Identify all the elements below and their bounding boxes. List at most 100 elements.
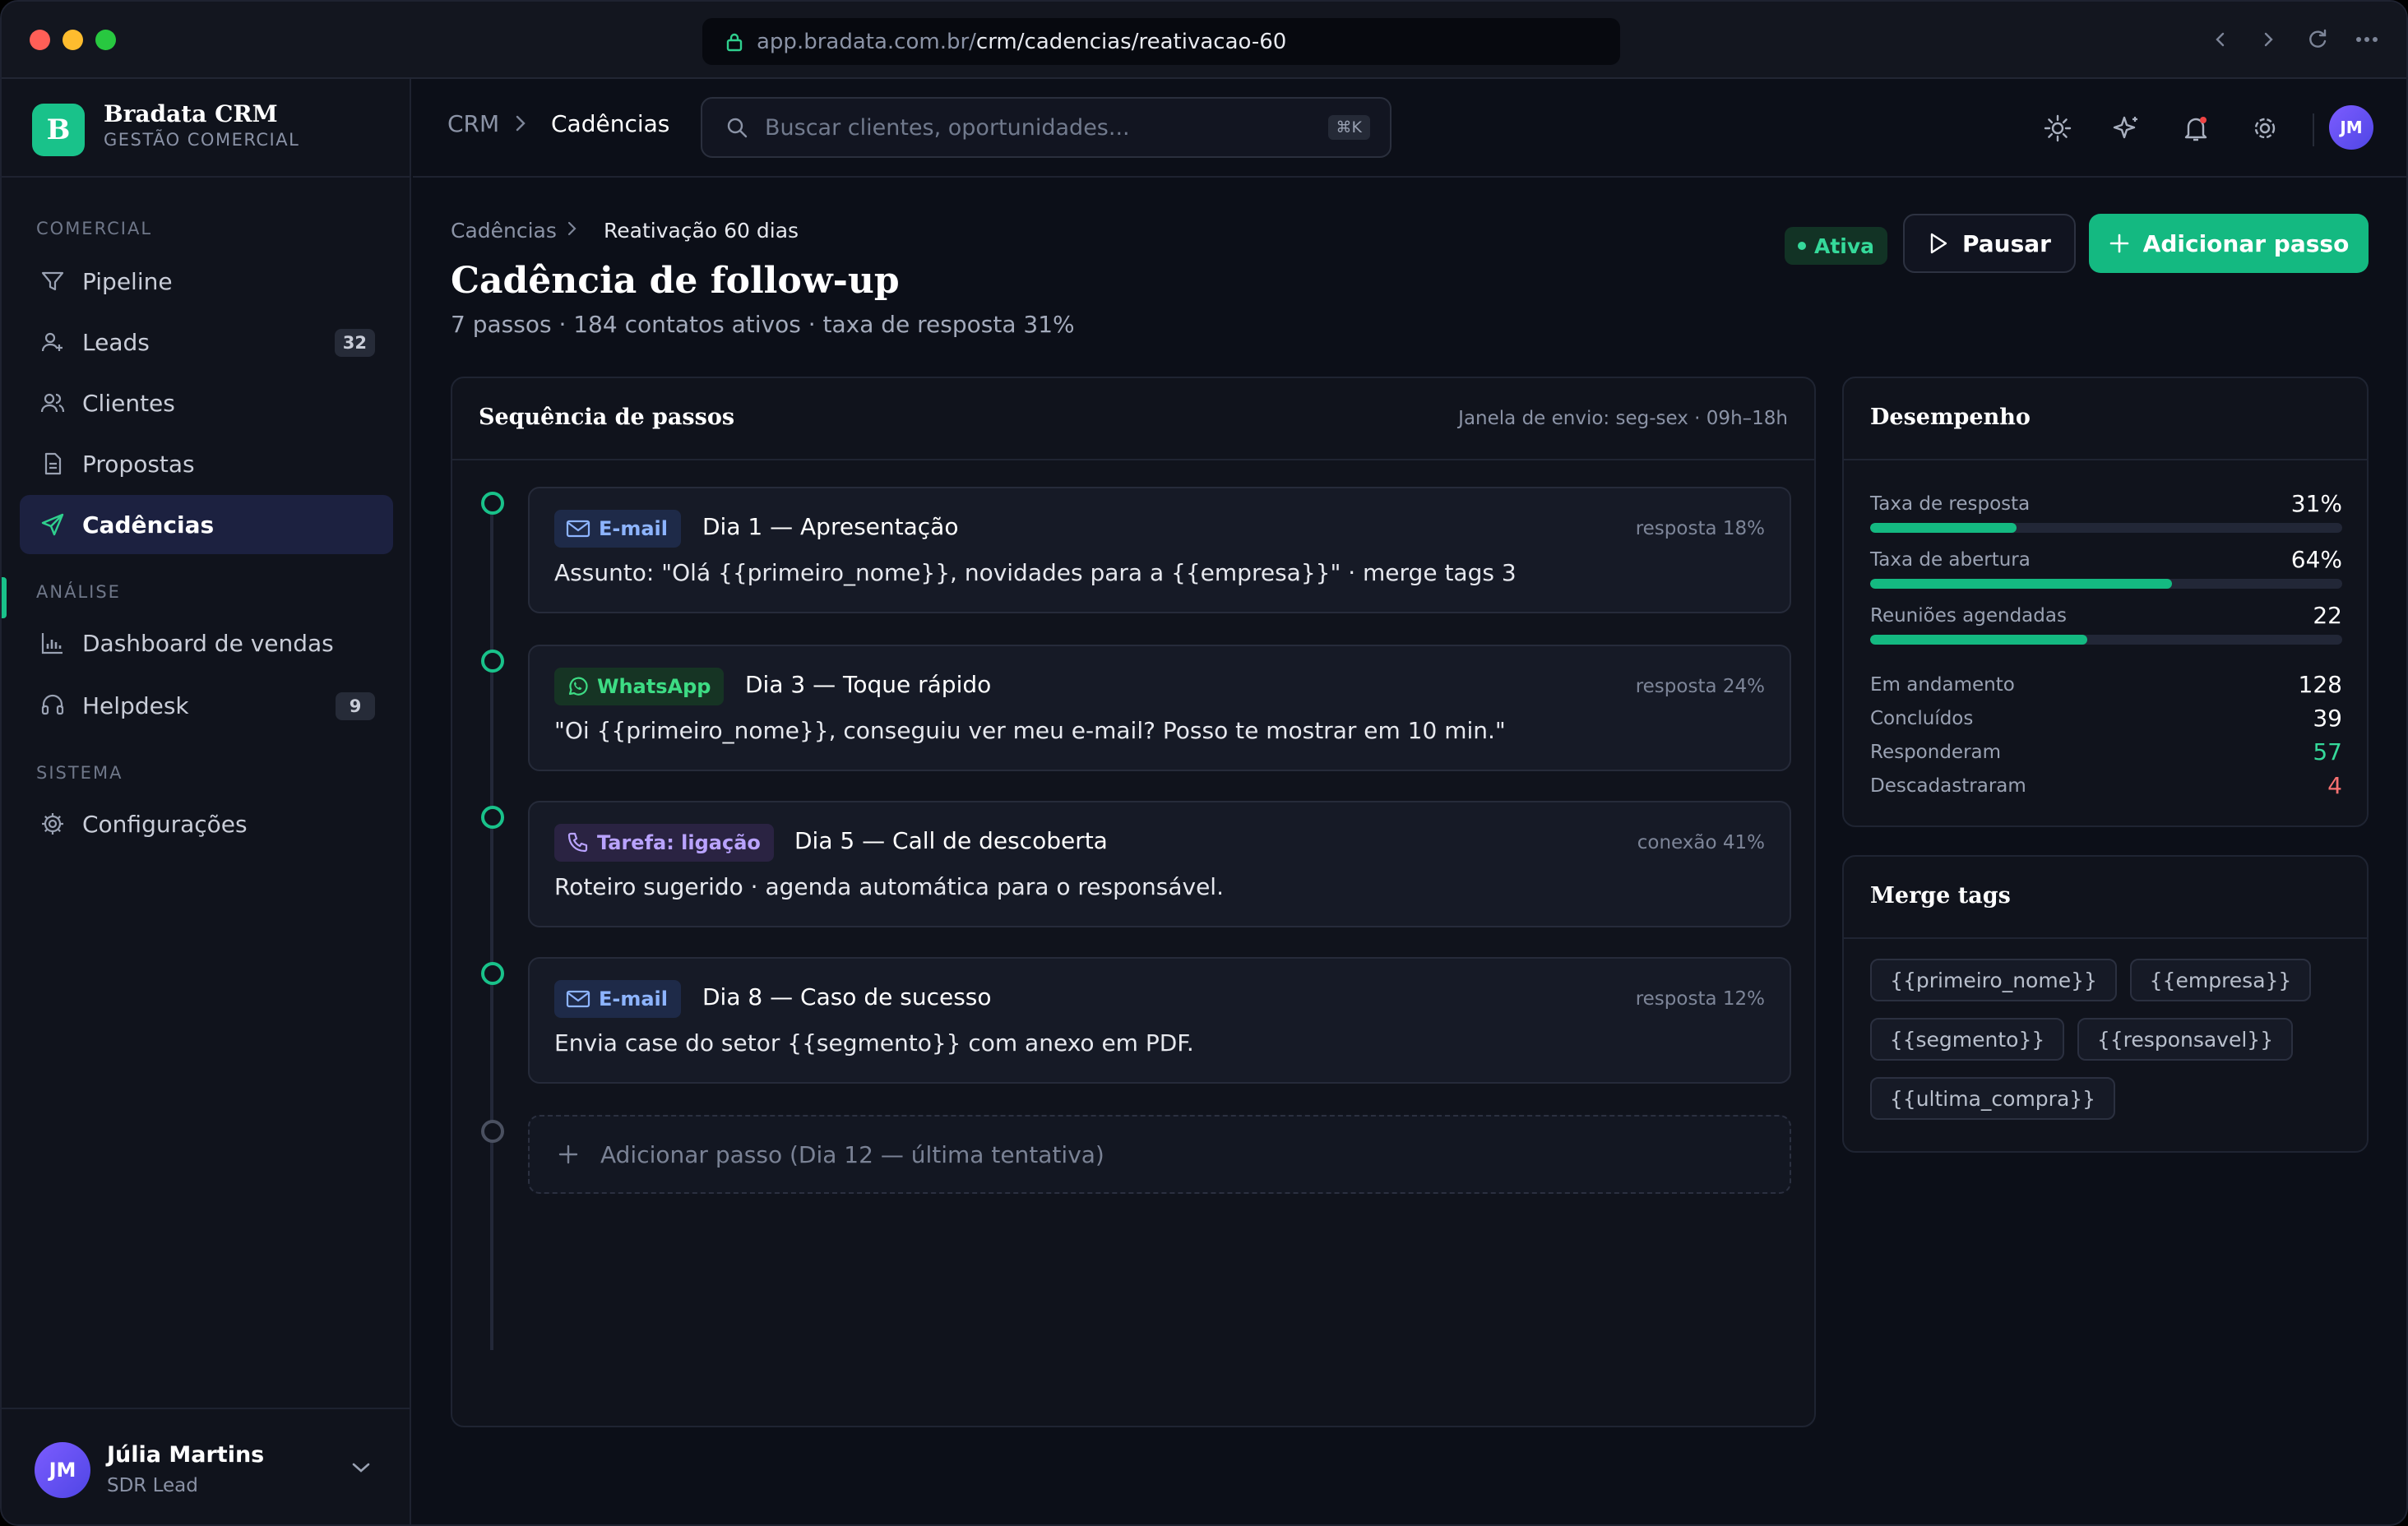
user-role: SDR Lead — [107, 1475, 198, 1496]
add-step-placeholder[interactable]: Adicionar passo (Dia 12 — última tentati… — [528, 1115, 1791, 1194]
topbar-crumb-cadencias: Cadências — [551, 110, 670, 137]
performance-panel-header: Desempenho — [1844, 378, 2367, 460]
merge-tag[interactable]: {{empresa}} — [2130, 959, 2311, 1001]
minimize-window-button[interactable] — [63, 30, 83, 50]
merge-tags-title: Merge tags — [1870, 883, 2011, 909]
send-window: Janela de envio: seg-sex · 09h–18h — [1458, 408, 1788, 429]
metric-bar-fill — [1870, 579, 2173, 589]
user-avatar: JM — [35, 1442, 90, 1498]
section-label-comercial: COMERCIAL — [36, 219, 153, 238]
chevron-down-icon[interactable] — [350, 1460, 372, 1478]
sidebar-item-configuracoes[interactable]: Configurações — [20, 794, 393, 853]
pause-button-label: Pausar — [1962, 229, 2051, 257]
sidebar-item-propostas[interactable]: Propostas — [20, 434, 393, 493]
browser-toolbar: app.bradata.com.br/crm/cadencias/reativa… — [2, 2, 2406, 79]
bell-icon[interactable] — [2179, 112, 2212, 145]
page-title: Cadência de follow-up — [451, 260, 900, 302]
step-body: "Oi {{primeiro_nome}}, conseguiu ver meu… — [554, 717, 1506, 744]
step-body: Envia case do setor {{segmento}} com ane… — [554, 1029, 1194, 1057]
stat-row: Em andamento 128 — [1870, 671, 2342, 701]
users-icon — [36, 386, 69, 419]
sidebar-item-pipeline[interactable]: Pipeline — [20, 252, 393, 311]
topbar-avatar[interactable]: JM — [2329, 105, 2373, 150]
user-menu[interactable]: JM Júlia Martins SDR Lead — [2, 1408, 410, 1524]
step-metric: resposta 24% — [1635, 676, 1765, 697]
maximize-window-button[interactable] — [95, 30, 116, 50]
merge-tag[interactable]: {{responsavel}} — [2077, 1018, 2293, 1061]
document-icon — [36, 447, 69, 480]
channel-chip-whatsapp: WhatsApp — [554, 668, 725, 705]
stat-label: Concluídos — [1870, 708, 1974, 729]
forward-icon[interactable] — [2253, 25, 2283, 54]
metric-bar-fill — [1870, 635, 2088, 645]
merge-tag[interactable]: {{ultima_compra}} — [1870, 1077, 2115, 1120]
sidebar-item-helpdesk[interactable]: Helpdesk 9 — [20, 676, 393, 735]
add-step-placeholder-label: Adicionar passo (Dia 12 — última tentati… — [600, 1140, 1104, 1168]
search-box[interactable]: ⌘K — [701, 97, 1392, 158]
sidebar-item-clientes[interactable]: Clientes — [20, 373, 393, 432]
sun-icon[interactable] — [2041, 112, 2074, 145]
back-icon[interactable] — [2206, 25, 2235, 54]
timeline-node — [481, 492, 504, 515]
plus-icon — [2109, 234, 2128, 253]
sidebar-item-label: Cadências — [82, 511, 215, 539]
merge-tag[interactable]: {{segmento}} — [1870, 1018, 2064, 1061]
page-crumb-cadencias[interactable]: Cadências — [451, 219, 557, 243]
step-card[interactable]: E-mail Dia 8 — Caso de sucesso resposta … — [528, 957, 1791, 1084]
leads-count-badge: 32 — [334, 329, 375, 357]
brand-subtitle: GESTÃO COMERCIAL — [104, 130, 300, 150]
sidebar-item-cadencias[interactable]: Cadências — [20, 495, 393, 554]
step-title: Dia 1 — Apresentação — [702, 513, 959, 540]
merge-tags-panel: Merge tags {{primeiro_nome}} {{empresa}}… — [1842, 855, 2369, 1153]
app-window: app.bradata.com.br/crm/cadencias/reativa… — [0, 0, 2408, 1526]
play-icon — [1930, 233, 1947, 254]
more-icon[interactable] — [2352, 25, 2382, 54]
sidebar-item-leads[interactable]: Leads 32 — [20, 312, 393, 372]
sidebar-item-label: Clientes — [82, 389, 175, 417]
stat-label: Descadastraram — [1870, 775, 2026, 797]
bar-chart-icon — [36, 627, 69, 659]
sidebar-item-label: Pipeline — [82, 267, 173, 295]
sparkle-icon[interactable] — [2110, 112, 2143, 145]
section-label-sistema: SISTEMA — [36, 763, 123, 783]
sidebar-item-label: Helpdesk — [82, 691, 189, 719]
search-icon — [727, 118, 748, 138]
close-window-button[interactable] — [30, 30, 50, 50]
filter-icon — [36, 265, 69, 298]
url-path: crm/cadencias/reativacao-60 — [975, 29, 1287, 54]
step-card[interactable]: Tarefa: ligação Dia 5 — Call de descober… — [528, 801, 1791, 927]
step-body: Assunto: "Olá {{primeiro_nome}}, novidad… — [554, 559, 1517, 586]
address-bar[interactable]: app.bradata.com.br/crm/cadencias/reativa… — [702, 18, 1620, 65]
timeline-node — [481, 806, 504, 829]
stat-value: 128 — [2298, 671, 2342, 698]
step-card[interactable]: WhatsApp Dia 3 — Toque rápido resposta 2… — [528, 645, 1791, 771]
send-icon — [36, 508, 69, 541]
status-dot — [1798, 242, 1806, 250]
metric-row: Taxa de resposta 31% — [1870, 490, 2342, 539]
timeline-line — [490, 503, 493, 1350]
sidebar-item-label: Configurações — [82, 810, 248, 838]
sequence-panel-header: Sequência de passos Janela de envio: seg… — [452, 378, 1814, 460]
topbar-crumb-crm[interactable]: CRM — [447, 110, 499, 137]
stat-row: Responderam 57 — [1870, 738, 2342, 768]
add-step-button[interactable]: Adicionar passo — [2089, 214, 2369, 273]
step-title: Dia 8 — Caso de sucesso — [702, 983, 992, 1010]
pause-button[interactable]: Pausar — [1903, 214, 2076, 273]
status-label: Ativa — [1814, 234, 1875, 258]
metric-value: 22 — [2313, 602, 2342, 629]
search-input[interactable] — [765, 114, 1328, 141]
channel-label: WhatsApp — [597, 675, 711, 698]
reload-icon[interactable] — [2303, 25, 2332, 54]
settings-gear-icon[interactable] — [2248, 112, 2281, 145]
timeline-node — [481, 962, 504, 985]
phone-icon — [567, 832, 588, 853]
step-card[interactable]: E-mail Dia 1 — Apresentação resposta 18%… — [528, 487, 1791, 613]
metric-bar — [1870, 579, 2342, 589]
step-metric: resposta 12% — [1635, 988, 1765, 1010]
stat-value: 39 — [2313, 705, 2342, 732]
timeline-node — [481, 650, 504, 673]
mail-icon — [566, 520, 590, 538]
stat-row: Concluídos 39 — [1870, 705, 2342, 734]
sidebar-item-dashboard[interactable]: Dashboard de vendas — [20, 613, 393, 673]
merge-tag[interactable]: {{primeiro_nome}} — [1870, 959, 2117, 1001]
